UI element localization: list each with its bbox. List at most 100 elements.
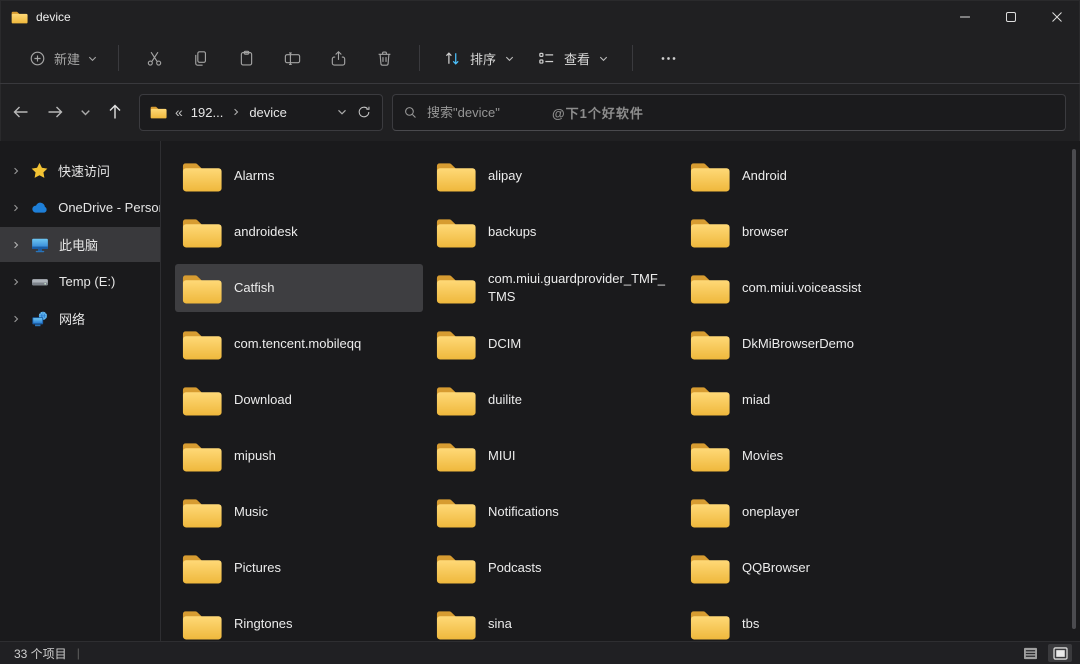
vertical-scrollbar[interactable] xyxy=(1072,149,1076,629)
folder-name: miad xyxy=(742,391,924,410)
folder-tile[interactable]: duilite xyxy=(429,376,677,424)
sidebar-item-temp-drive[interactable]: Temp (E:) xyxy=(0,264,160,299)
folder-name: Music xyxy=(234,503,416,522)
folder-icon xyxy=(435,551,477,585)
recent-locations-button[interactable] xyxy=(72,95,98,129)
refresh-icon[interactable] xyxy=(356,104,372,120)
details-view-toggle[interactable] xyxy=(1018,644,1042,662)
arrow-left-icon xyxy=(11,102,31,122)
folder-tile[interactable]: com.miui.guardprovider_TMF_TMS xyxy=(429,264,677,312)
breadcrumb-collapsed[interactable]: « xyxy=(175,104,183,120)
folder-tile[interactable]: DCIM xyxy=(429,320,677,368)
breadcrumb-current[interactable]: device xyxy=(249,105,287,120)
view-toggles xyxy=(1018,644,1072,662)
folder-tile[interactable]: Notifications xyxy=(429,488,677,536)
share-button[interactable] xyxy=(315,40,361,76)
folder-name: Catfish xyxy=(234,279,416,298)
share-icon xyxy=(329,49,348,68)
folder-tile[interactable]: Music xyxy=(175,488,423,536)
folder-tile[interactable]: Catfish xyxy=(175,264,423,312)
item-count: 33 个项目 xyxy=(14,645,67,662)
folder-tile[interactable]: Podcasts xyxy=(429,544,677,592)
rename-button[interactable] xyxy=(269,40,315,76)
sidebar-item-network[interactable]: 网络 xyxy=(0,301,160,336)
search-box[interactable]: @下1个好软件 xyxy=(392,94,1066,131)
folder-tile[interactable]: DkMiBrowserDemo xyxy=(683,320,931,368)
folder-tile[interactable]: Ringtones xyxy=(175,600,423,641)
sidebar-item-quick-access[interactable]: 快速访问 xyxy=(0,153,160,188)
view-button[interactable]: 查看 xyxy=(526,40,620,76)
minimize-button[interactable] xyxy=(942,0,988,33)
this-pc-monitor-icon xyxy=(31,236,49,254)
onedrive-cloud-icon xyxy=(31,199,48,217)
sidebar-item-this-pc[interactable]: 此电脑 xyxy=(0,227,160,262)
cut-button[interactable] xyxy=(131,40,177,76)
folder-icon xyxy=(435,327,477,361)
explorer-body: 快速访问 OneDrive - Persor 此电脑 xyxy=(0,141,1080,641)
folder-tile[interactable]: backups xyxy=(429,208,677,256)
folder-tile[interactable]: com.miui.voiceassist xyxy=(683,264,931,312)
status-separator: | xyxy=(77,646,80,660)
folder-tile[interactable]: Alarms xyxy=(175,152,423,200)
chevron-down-icon xyxy=(598,53,609,64)
folder-name: duilite xyxy=(488,391,670,410)
arrow-up-icon xyxy=(105,102,125,122)
delete-button[interactable] xyxy=(361,40,407,76)
thumbnail-view-toggle[interactable] xyxy=(1048,644,1072,662)
folder-tile[interactable]: Download xyxy=(175,376,423,424)
folder-tile[interactable]: Movies xyxy=(683,432,931,480)
chevron-right-icon[interactable] xyxy=(11,166,21,176)
copy-button[interactable] xyxy=(177,40,223,76)
folder-tile[interactable]: mipush xyxy=(175,432,423,480)
file-list-area: Alarms alipay Android androidesk backups… xyxy=(161,141,1080,641)
folder-tile[interactable]: QQBrowser xyxy=(683,544,931,592)
folder-icon xyxy=(435,159,477,193)
folder-icon xyxy=(435,271,477,305)
folder-tile[interactable]: tbs xyxy=(683,600,931,641)
folder-tile[interactable]: com.tencent.mobileqq xyxy=(175,320,423,368)
folder-tile[interactable]: androidesk xyxy=(175,208,423,256)
forward-button[interactable] xyxy=(38,95,72,129)
folder-tile[interactable]: Android xyxy=(683,152,931,200)
sort-button[interactable]: 排序 xyxy=(432,40,526,76)
folder-icon xyxy=(435,495,477,529)
folder-name: androidesk xyxy=(234,223,416,242)
folder-name: sina xyxy=(488,615,670,634)
scissors-icon xyxy=(145,49,164,68)
new-button-label: 新建 xyxy=(54,49,80,68)
close-button[interactable] xyxy=(1034,0,1080,33)
folder-tile[interactable]: alipay xyxy=(429,152,677,200)
breadcrumb-root[interactable]: 192... xyxy=(191,105,224,120)
address-bar[interactable]: « 192... device xyxy=(139,94,383,131)
chevron-right-icon[interactable] xyxy=(11,203,21,213)
chevron-right-icon[interactable] xyxy=(11,277,21,287)
folder-icon xyxy=(689,607,731,641)
chevron-down-icon xyxy=(87,53,98,64)
folder-name: oneplayer xyxy=(742,503,924,522)
plus-circle-icon xyxy=(28,49,47,68)
chevron-right-icon[interactable] xyxy=(11,240,21,250)
back-button[interactable] xyxy=(4,95,38,129)
folder-name: QQBrowser xyxy=(742,559,924,578)
folder-tile[interactable]: Pictures xyxy=(175,544,423,592)
new-button[interactable]: 新建 xyxy=(20,40,106,76)
folder-name: MIUI xyxy=(488,447,670,466)
more-options-button[interactable] xyxy=(645,40,691,76)
copy-icon xyxy=(191,49,210,68)
up-button[interactable] xyxy=(98,95,132,129)
maximize-button[interactable] xyxy=(988,0,1034,33)
paste-button[interactable] xyxy=(223,40,269,76)
details-view-icon xyxy=(1023,647,1038,660)
chevron-right-icon[interactable] xyxy=(11,314,21,324)
folder-name: Podcasts xyxy=(488,559,670,578)
folder-tile[interactable]: miad xyxy=(683,376,931,424)
search-input[interactable] xyxy=(427,105,543,120)
folder-tile[interactable]: MIUI xyxy=(429,432,677,480)
ellipsis-icon xyxy=(659,49,678,68)
folder-tile[interactable]: oneplayer xyxy=(683,488,931,536)
folder-name: com.tencent.mobileqq xyxy=(234,335,416,354)
address-dropdown-chevron-icon[interactable] xyxy=(336,106,348,118)
sidebar-item-onedrive[interactable]: OneDrive - Persor xyxy=(0,190,160,225)
folder-tile[interactable]: browser xyxy=(683,208,931,256)
folder-tile[interactable]: sina xyxy=(429,600,677,641)
